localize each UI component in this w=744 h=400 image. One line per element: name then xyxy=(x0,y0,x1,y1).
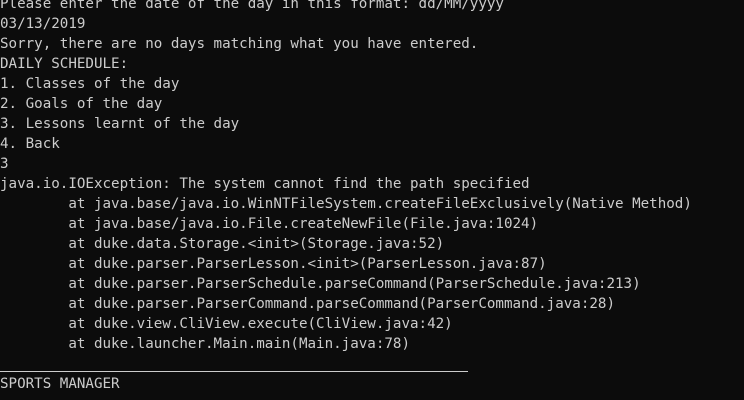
stack-trace-line: at duke.parser.ParserSchedule.parseComma… xyxy=(0,276,641,292)
console-line: 03/13/2019 xyxy=(0,16,86,32)
console-line: Please enter the date of the day in this… xyxy=(0,0,504,12)
console-line: 3. Lessons learnt of the day xyxy=(0,116,240,132)
stack-trace-line: at duke.parser.ParserLesson.<init>(Parse… xyxy=(0,256,547,272)
console-line: 4. Back xyxy=(0,136,60,152)
error-message-line: java.io.IOException: The system cannot f… xyxy=(0,176,530,192)
stack-trace-line: at duke.launcher.Main.main(Main.java:78) xyxy=(0,336,410,352)
console-line: Sorry, there are no days matching what y… xyxy=(0,36,479,52)
console-output[interactable]: Please enter the date of the day in this… xyxy=(0,0,744,400)
stack-trace-line: at java.base/java.io.File.createNewFile(… xyxy=(0,216,539,232)
stack-trace-line: at duke.parser.ParserCommand.parseComman… xyxy=(0,296,615,312)
console-line: DAILY SCHEDULE: xyxy=(0,56,129,72)
app-title-line: SPORTS MANAGER xyxy=(0,376,120,392)
console-line: 2. Goals of the day xyxy=(0,96,163,112)
stack-trace-line: at duke.data.Storage.<init>(Storage.java… xyxy=(0,236,445,252)
stack-trace-line: at java.base/java.io.WinNTFileSystem.cre… xyxy=(0,196,692,212)
separator-line xyxy=(0,371,468,372)
console-line: 1. Classes of the day xyxy=(0,76,180,92)
stack-trace-line: at duke.view.CliView.execute(CliView.jav… xyxy=(0,316,453,332)
console-line: 3 xyxy=(0,156,9,172)
